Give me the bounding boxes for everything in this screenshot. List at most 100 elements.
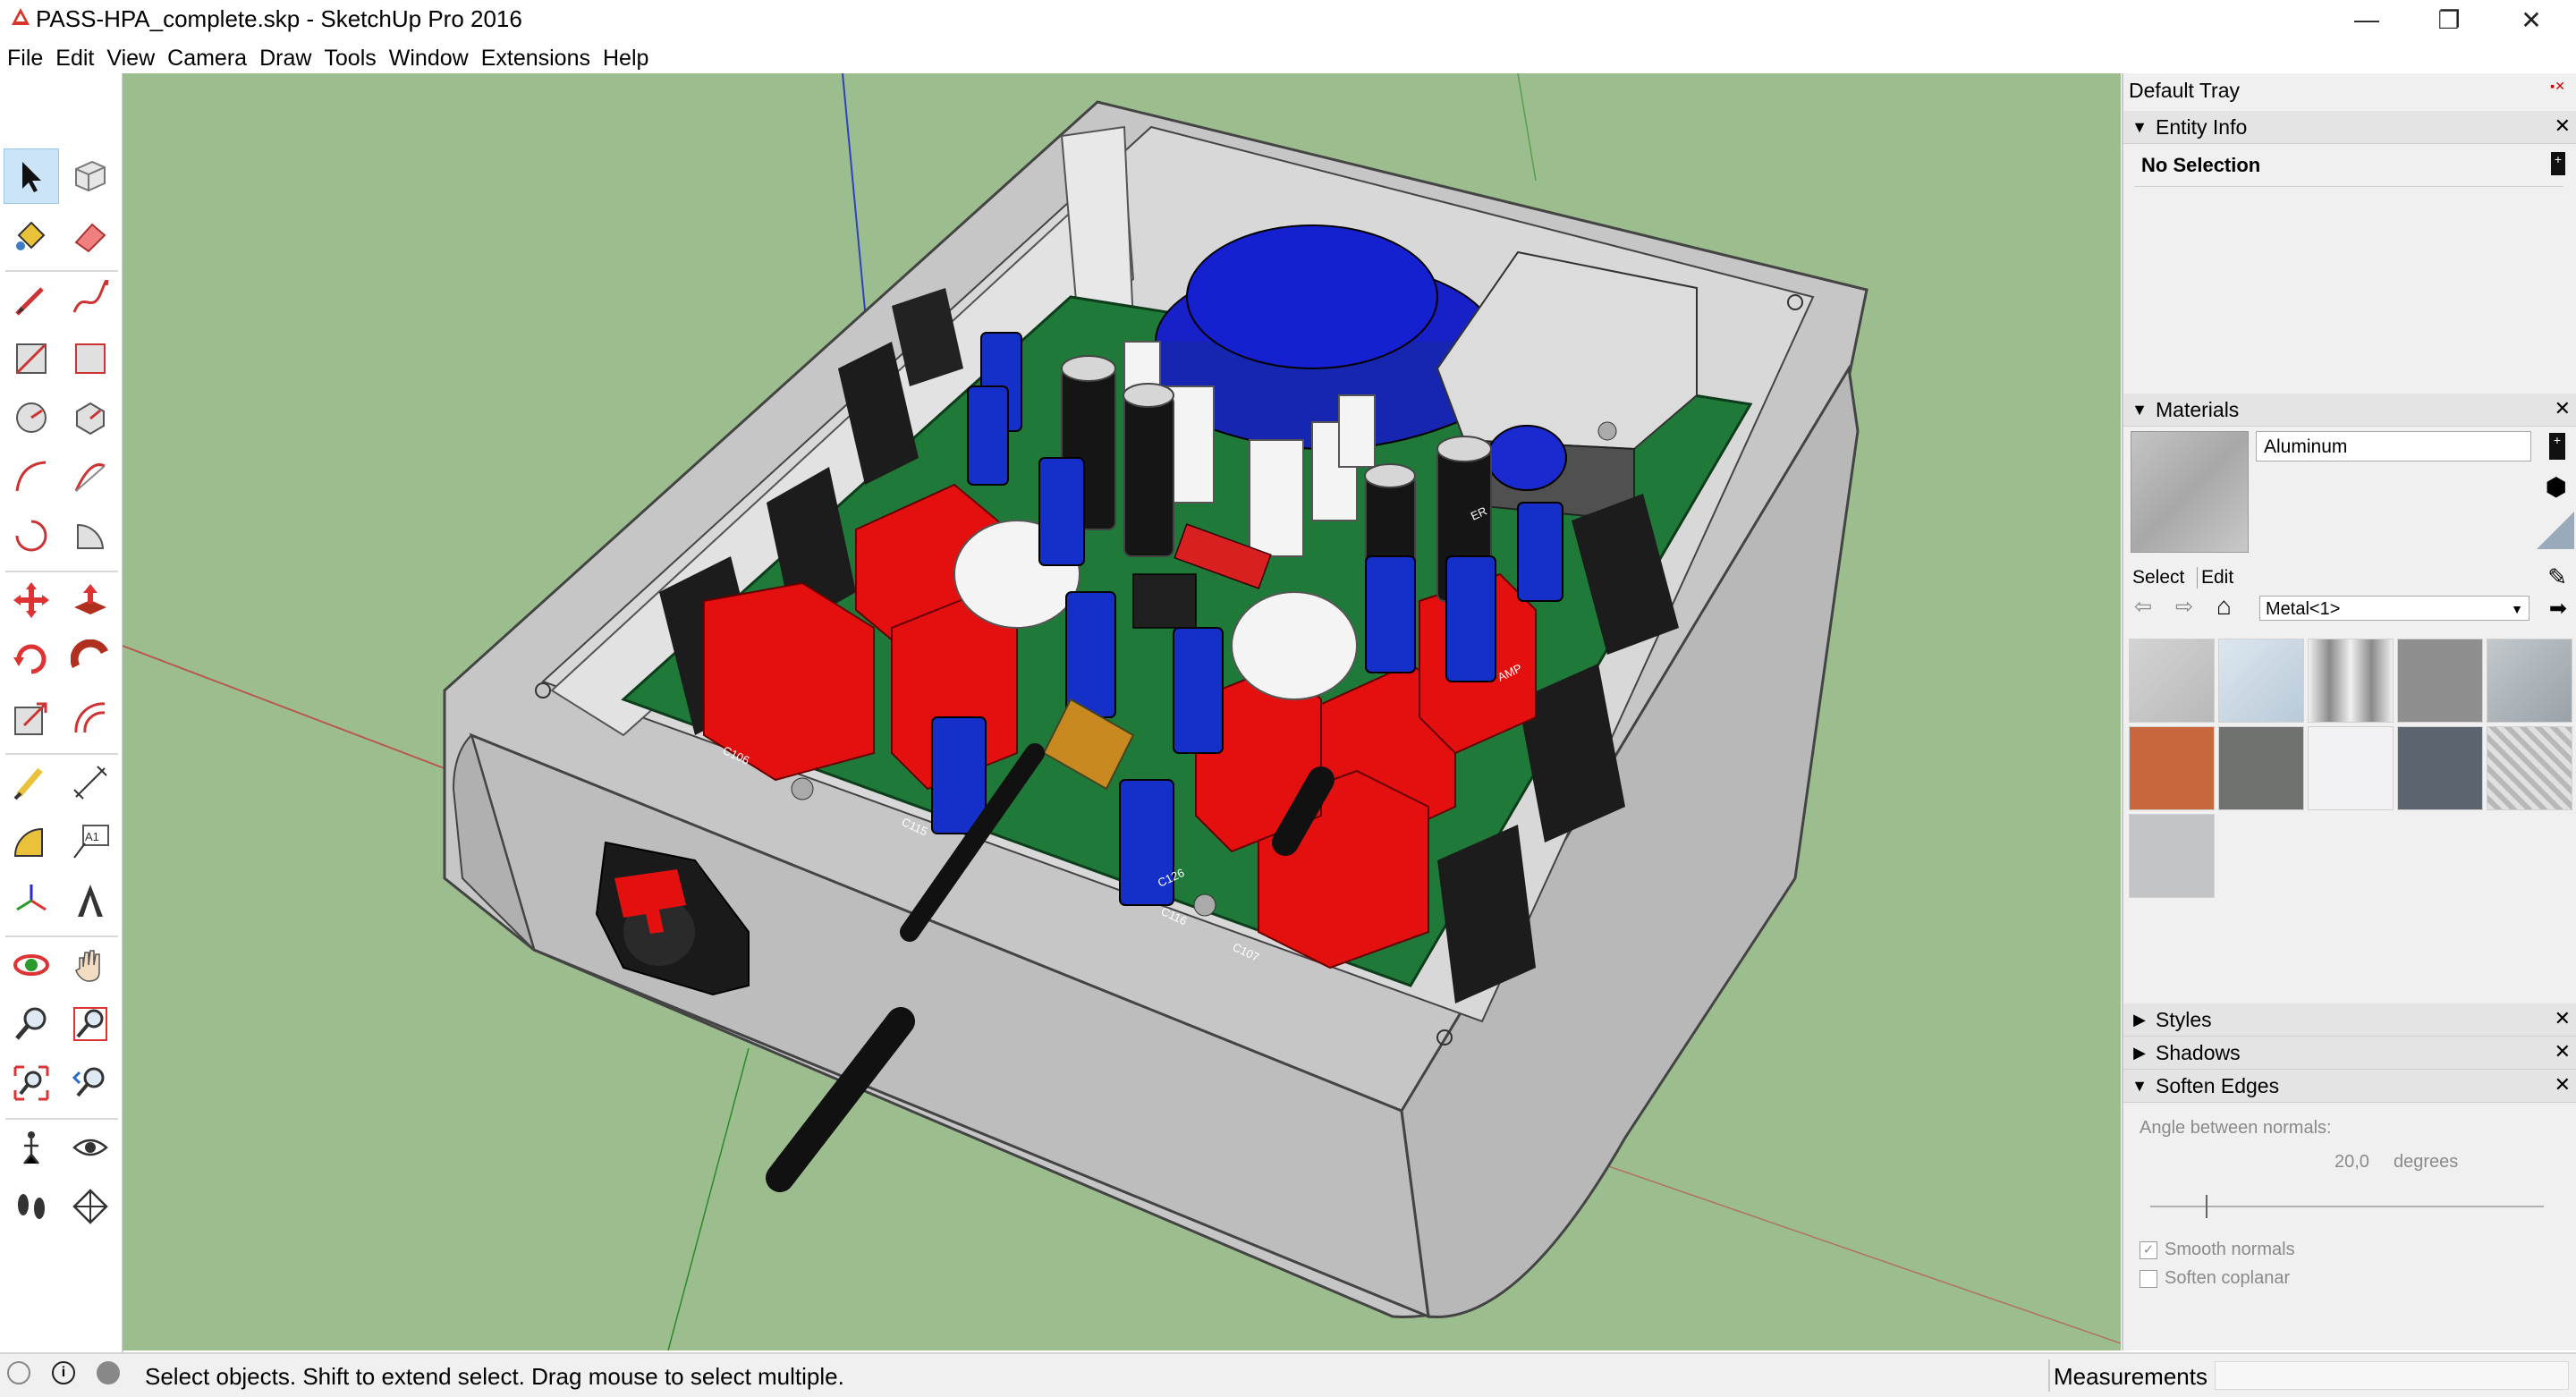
menu-help[interactable]: Help: [597, 46, 655, 72]
move-button[interactable]: [4, 572, 59, 628]
section-plane-button[interactable]: [63, 1179, 118, 1234]
text-label-button[interactable]: A1: [63, 814, 118, 869]
panel-close-icon[interactable]: ✕: [2555, 114, 2571, 138]
menu-view[interactable]: View: [100, 46, 161, 72]
menu-file[interactable]: File: [0, 46, 49, 72]
user-account-icon[interactable]: [97, 1361, 120, 1384]
follow-me-button[interactable]: [63, 631, 118, 687]
forward-icon[interactable]: ⇨: [2175, 594, 2193, 620]
menu-draw[interactable]: Draw: [253, 46, 318, 72]
zoom-button[interactable]: [4, 996, 59, 1052]
3d-text-button[interactable]: [63, 873, 118, 928]
circle-button[interactable]: [4, 390, 59, 445]
soften-edges-title: Soften Edges: [2156, 1073, 2280, 1097]
panel-close-icon[interactable]: ✕: [2555, 1007, 2571, 1030]
soften-coplanar-row[interactable]: Soften coplanar: [2140, 1268, 2290, 1289]
walk-button[interactable]: [4, 1179, 59, 1234]
section-plane-icon: [72, 1189, 108, 1224]
zoom-extents-button[interactable]: [4, 1055, 59, 1111]
info-icon[interactable]: i: [52, 1361, 75, 1384]
arc-icon: [15, 461, 47, 492]
offset-button[interactable]: [63, 690, 118, 746]
panel-close-icon[interactable]: ✕: [2555, 397, 2571, 420]
panel-close-icon[interactable]: ✕: [2555, 1073, 2571, 1096]
3d-text-icon: [78, 885, 103, 917]
selection-status: No Selection: [2141, 154, 2261, 176]
angle-slider-thumb[interactable]: [2205, 1195, 2207, 1218]
polygon-button[interactable]: [63, 390, 118, 445]
materials-title: Materials: [2156, 397, 2240, 421]
measurements-label: Measurements: [2054, 1363, 2207, 1390]
eraser-icon: [74, 223, 106, 253]
menu-camera[interactable]: Camera: [161, 46, 253, 72]
angle-value: 20,0: [2334, 1152, 2369, 1172]
material-name-field[interactable]: Aluminum: [2256, 431, 2531, 461]
sample-paint-icon[interactable]: ⬢: [2546, 472, 2567, 502]
status-divider: [2048, 1359, 2050, 1392]
paint-bucket-button[interactable]: [4, 207, 59, 263]
zoom-extents-icon: [13, 1065, 49, 1101]
scale-button[interactable]: [4, 690, 59, 746]
soften-coplanar-checkbox[interactable]: [2140, 1269, 2157, 1288]
tab-select[interactable]: Select: [2132, 567, 2184, 588]
pie-icon: [77, 523, 105, 549]
restore-button[interactable]: ❐: [2408, 0, 2490, 39]
measurements-input[interactable]: [2215, 1361, 2569, 1390]
eraser-button[interactable]: [63, 207, 118, 263]
select-tool-icon: [22, 162, 41, 192]
push-pull-button[interactable]: [63, 572, 118, 628]
pencil-line-button[interactable]: [4, 272, 59, 327]
styles-header[interactable]: ▶ Styles ✕: [2123, 1003, 2576, 1037]
paint-bucket-icon: [16, 221, 46, 250]
details-toggle-icon[interactable]: +: [2551, 152, 2565, 175]
zoom-window-button[interactable]: [63, 996, 118, 1052]
text-label-icon: A1: [73, 825, 109, 859]
menu-edit[interactable]: Edit: [49, 46, 100, 72]
position-camera-button[interactable]: [4, 1120, 59, 1175]
entity-info-header[interactable]: ▼ Entity Info ✕: [2123, 111, 2576, 144]
component-tool-button[interactable]: [63, 148, 118, 204]
panel-close-icon[interactable]: ✕: [2555, 1040, 2571, 1063]
create-material-icon[interactable]: +: [2549, 433, 2565, 460]
tray-pin-close-icon[interactable]: ▪✕: [2550, 79, 2565, 94]
entity-info-title: Entity Info: [2156, 114, 2248, 139]
smooth-normals-checkbox[interactable]: ✓: [2140, 1240, 2157, 1259]
minimize-button[interactable]: —: [2326, 0, 2408, 39]
menu-extensions[interactable]: Extensions: [475, 46, 597, 72]
smooth-normals-row[interactable]: ✓ Smooth normals: [2140, 1240, 2295, 1260]
arc-button[interactable]: [4, 449, 59, 504]
select-tool-button[interactable]: [4, 148, 59, 204]
close-button[interactable]: ✕: [2490, 0, 2572, 39]
soften-edges-header[interactable]: ▼ Soften Edges ✕: [2123, 1070, 2576, 1103]
rotate-button[interactable]: [4, 631, 59, 687]
drawing-viewport[interactable]: C106 C115 C116 C107 C126 AMP ER: [123, 73, 2121, 1350]
tab-edit[interactable]: Edit: [2197, 567, 2233, 588]
tape-measure-button[interactable]: [4, 755, 59, 810]
pie-button[interactable]: [63, 508, 118, 563]
axes-button[interactable]: [4, 873, 59, 928]
display-secondary-pane-icon[interactable]: [2537, 512, 2574, 549]
materials-header[interactable]: ▼ Materials ✕: [2123, 394, 2576, 427]
rectangle-button[interactable]: [4, 331, 59, 386]
eyedropper-icon[interactable]: ✎: [2547, 563, 2567, 591]
two-point-arc-button[interactable]: [63, 449, 118, 504]
home-icon[interactable]: ⌂: [2216, 592, 2232, 621]
previous-view-button[interactable]: [63, 1055, 118, 1111]
look-around-button[interactable]: [63, 1120, 118, 1175]
freehand-button[interactable]: [63, 272, 118, 327]
expand-arrow-icon: ▶: [2133, 1010, 2146, 1029]
rotated-rectangle-button[interactable]: [63, 331, 118, 386]
orbit-button[interactable]: [4, 937, 59, 993]
three-point-arc-button[interactable]: [4, 508, 59, 563]
back-icon[interactable]: ⇦: [2134, 594, 2152, 620]
menu-tools[interactable]: Tools: [318, 46, 382, 72]
dimension-button[interactable]: [63, 755, 118, 810]
shadows-header[interactable]: ▶ Shadows ✕: [2123, 1037, 2576, 1070]
angle-slider-track[interactable]: [2150, 1195, 2544, 1218]
protractor-button[interactable]: [4, 814, 59, 869]
geolocation-icon[interactable]: [7, 1361, 30, 1384]
details-arrow-icon[interactable]: ➡: [2549, 596, 2567, 622]
menu-window[interactable]: Window: [383, 46, 475, 72]
pan-button[interactable]: [63, 937, 118, 993]
library-dropdown[interactable]: Metal<1> ▼: [2259, 596, 2529, 621]
